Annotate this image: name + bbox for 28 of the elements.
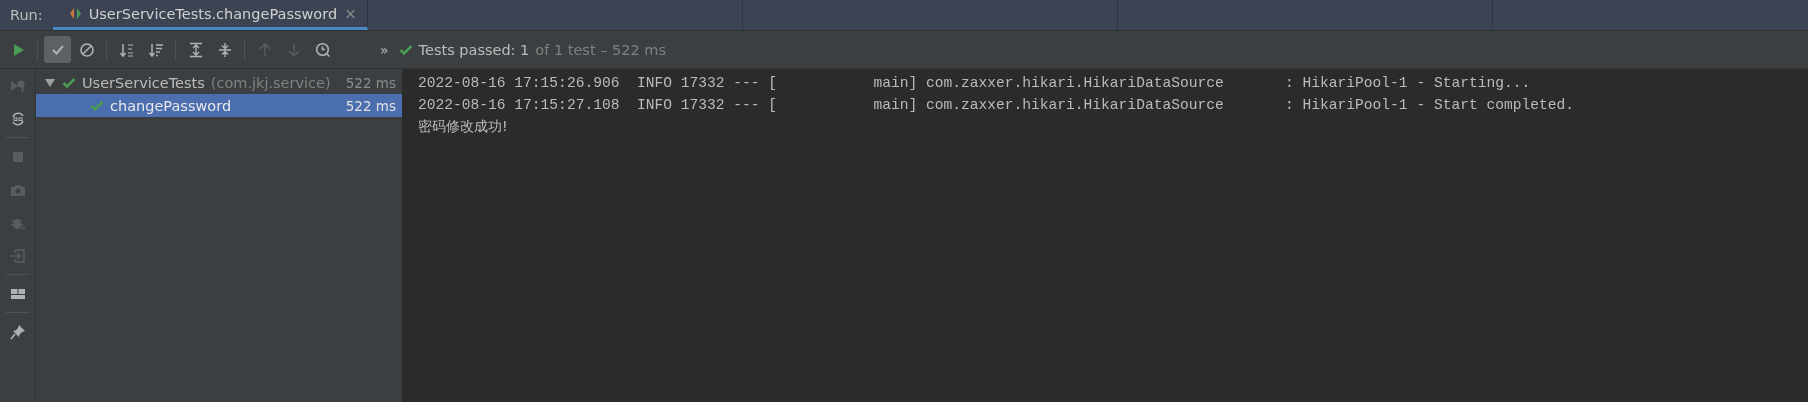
sort-alphabetical-icon [118,41,135,58]
clock-search-icon [314,41,331,58]
tree-row[interactable]: UserServiceTests (com.jkj.service) 522 ms [36,71,402,94]
show-passed-button[interactable] [44,36,71,63]
expand-icon [187,41,204,58]
run-label: Run: [9,6,44,25]
close-icon[interactable]: × [344,4,357,23]
expanded-arrow-icon[interactable] [44,77,56,88]
prohibited-icon [78,41,95,58]
console-line: 密码修改成功! [418,117,509,136]
refresh-icon [9,110,26,127]
package-name: (com.jkj.service) [210,74,331,91]
more-button[interactable]: » [380,41,389,58]
test-duration: 522 ms [345,97,396,114]
test-name: changePassword [110,97,232,114]
test-class-icon [68,7,82,20]
status-label: Tests passed: 1 [418,41,530,58]
import-icon [9,247,26,264]
status-detail: of 1 test – 522 ms [535,41,667,58]
console-line: 2022-08-16 17:15:26.906 INFO 17332 --- [ main] com.zaxxer.hikari.HikariDataSource : HikariPool-1 - Starting... [418,74,1532,93]
test-duration: 522 ms [345,74,396,91]
console-line: 2022-08-16 17:15:27.108 INFO 17332 --- [ main] com.zaxxer.hikari.HikariDataSource : HikariPool-1 - Start completed. [418,95,1575,115]
pin-icon [9,323,26,340]
test-name: UserServiceTests [82,74,205,91]
down-arrow-icon [285,41,302,58]
collapse-icon [216,41,233,58]
sort-icon [147,41,164,58]
tree-row[interactable]: changePassword 522 ms [36,94,402,117]
